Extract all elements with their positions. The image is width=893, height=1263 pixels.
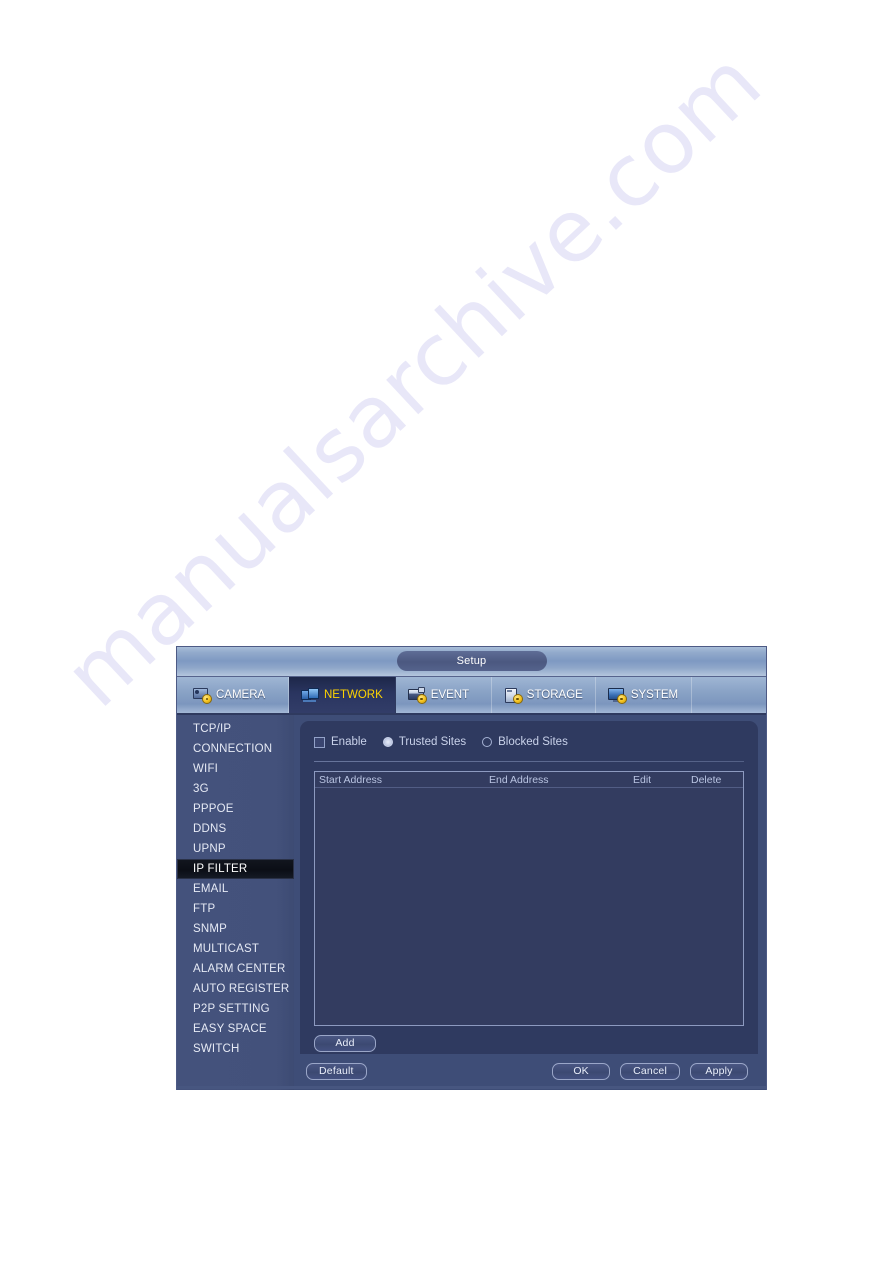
tab-event[interactable]: EVENT [396, 677, 492, 713]
column-header-delete: Delete [691, 773, 722, 786]
column-header-start-address: Start Address [319, 773, 383, 786]
watermark-text: manualsarchive.com [45, 31, 781, 727]
default-button[interactable]: Default [306, 1063, 367, 1080]
ip-filter-panel: Enable Trusted Sites Blocked Sites Start… [300, 721, 758, 1084]
cancel-button[interactable]: Cancel [620, 1063, 680, 1080]
sidebar-item-connection[interactable]: CONNECTION [177, 739, 294, 759]
sidebar-item-multicast[interactable]: MULTICAST [177, 939, 294, 959]
sidebar-item-switch[interactable]: SWITCH [177, 1039, 294, 1059]
sidebar-item-3g[interactable]: 3G [177, 779, 294, 799]
camera-icon [193, 687, 211, 703]
event-icon [407, 687, 426, 703]
system-icon [607, 687, 626, 703]
setup-dialog: Setup CAMERA NETWORK EVENT STORAGE SYSTE… [177, 647, 766, 1090]
apply-button[interactable]: Apply [690, 1063, 748, 1080]
sidebar-item-ftp[interactable]: FTP [177, 899, 294, 919]
network-icon [301, 687, 319, 703]
table-body-empty[interactable] [315, 788, 743, 1025]
footer-action-buttons: OK Cancel Apply [552, 1063, 748, 1080]
sidebar-item-ip-filter[interactable]: IP FILTER [177, 859, 294, 879]
add-button[interactable]: Add [314, 1035, 376, 1052]
main-tab-strip: CAMERA NETWORK EVENT STORAGE SYSTEM [177, 677, 766, 715]
ip-filter-table: Start Address End Address Edit Delete [314, 771, 744, 1026]
sidebar-item-upnp[interactable]: UPNP [177, 839, 294, 859]
dialog-title: Setup [396, 651, 547, 671]
tab-event-label: EVENT [430, 689, 470, 701]
enable-label: Enable [331, 736, 367, 748]
dialog-footer: Default OK Cancel Apply [300, 1054, 758, 1089]
table-header-row: Start Address End Address Edit Delete [315, 772, 743, 788]
sidebar-item-auto-register[interactable]: AUTO REGISTER [177, 979, 294, 999]
tab-system[interactable]: SYSTEM [596, 677, 692, 713]
network-sidebar: TCP/IP CONNECTION WIFI 3G PPPOE DDNS UPN… [177, 715, 294, 1090]
blocked-sites-label: Blocked Sites [498, 736, 568, 748]
sidebar-item-tcp-ip[interactable]: TCP/IP [177, 719, 294, 739]
tab-network[interactable]: NETWORK [289, 677, 396, 713]
trusted-sites-label: Trusted Sites [398, 736, 467, 748]
sidebar-item-snmp[interactable]: SNMP [177, 919, 294, 939]
sidebar-item-email[interactable]: EMAIL [177, 879, 294, 899]
ok-button[interactable]: OK [552, 1063, 611, 1080]
storage-icon [504, 687, 522, 703]
sidebar-item-easy-space[interactable]: EASY SPACE [177, 1019, 294, 1039]
dialog-titlebar: Setup [177, 647, 766, 677]
tab-storage[interactable]: STORAGE [492, 677, 596, 713]
tab-storage-label: STORAGE [526, 689, 583, 701]
ip-filter-content: Enable Trusted Sites Blocked Sites Start… [294, 715, 766, 1090]
tab-system-label: SYSTEM [630, 689, 679, 701]
tab-camera-label: CAMERA [216, 689, 266, 701]
enable-checkbox[interactable] [314, 736, 325, 748]
blocked-sites-radio[interactable] [482, 737, 493, 747]
sidebar-item-pppoe[interactable]: PPPOE [177, 799, 294, 819]
options-divider [314, 761, 744, 762]
dialog-body: TCP/IP CONNECTION WIFI 3G PPPOE DDNS UPN… [177, 715, 766, 1090]
filter-options-row: Enable Trusted Sites Blocked Sites [314, 733, 744, 751]
trusted-sites-radio[interactable] [382, 737, 393, 747]
tab-network-label: NETWORK [324, 689, 383, 701]
sidebar-item-alarm-center[interactable]: ALARM CENTER [177, 959, 294, 979]
dialog-bottom-edge [177, 1086, 766, 1089]
sidebar-item-p2p-setting[interactable]: P2P SETTING [177, 999, 294, 1019]
add-row: Add [314, 1033, 744, 1052]
sidebar-item-ddns[interactable]: DDNS [177, 819, 294, 839]
column-header-edit: Edit [633, 773, 652, 786]
column-header-end-address: End Address [489, 773, 549, 786]
tab-camera[interactable]: CAMERA [177, 677, 289, 713]
sidebar-item-wifi[interactable]: WIFI [177, 759, 294, 779]
